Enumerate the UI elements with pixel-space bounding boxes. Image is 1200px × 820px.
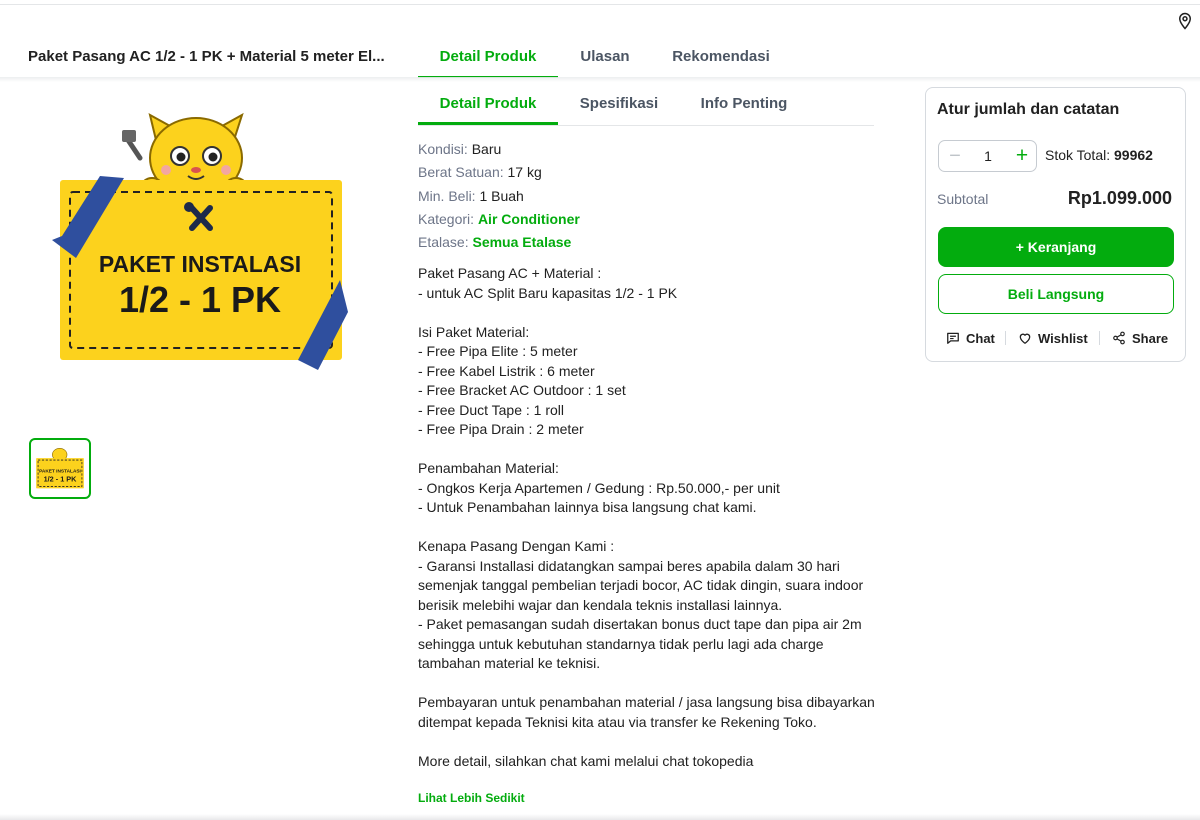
spec-value: Baru	[471, 141, 502, 157]
spec-value: 1 Buah	[479, 187, 524, 204]
share-label: Share	[1132, 330, 1169, 346]
spec-label: Etalase:	[418, 234, 473, 251]
thumbnail-subtitle: 1/2 - 1 PK	[44, 474, 78, 483]
action-divider	[1099, 331, 1100, 345]
subtotal-value: Rp1.099.000	[1067, 188, 1172, 208]
sticky-header: Paket Pasang AC 1/2 - 1 PK + Material 5 …	[0, 34, 1200, 80]
header-shadow	[0, 77, 1200, 82]
decrease-quantity-button[interactable]: −	[947, 146, 963, 166]
subtotal-label: Subtotal	[937, 191, 989, 207]
tab-detail-produk[interactable]: Detail Produk	[418, 48, 558, 65]
chat-icon	[947, 332, 959, 344]
chat-label: Chat	[966, 330, 995, 346]
increase-quantity-button[interactable]: +	[1013, 145, 1031, 167]
spec-row-kondisi: Kondisi: Baru	[418, 140, 878, 163]
action-divider	[1005, 331, 1006, 345]
spec-row-kategori: Kategori: Air Conditioner	[418, 210, 878, 233]
bottom-edge	[0, 814, 1200, 820]
show-less-link[interactable]: Lihat Lebih Sedikit	[418, 791, 525, 805]
share-button[interactable]: Share	[1112, 328, 1168, 348]
spec-label: Kategori:	[418, 210, 478, 227]
spec-label: Min. Beli:	[418, 187, 480, 204]
quantity-stepper: − 1 +	[938, 140, 1037, 172]
heart-icon	[1019, 333, 1031, 344]
panel-title: Atur jumlah dan catatan	[937, 101, 1120, 118]
share-icon	[1113, 331, 1125, 345]
banner-title: PAKET INSTALASI	[99, 251, 301, 277]
spec-label: Kondisi:	[418, 141, 472, 157]
thumbnail-image: PAKET INSTALASI 1/2 - 1 PK	[36, 448, 84, 489]
spec-row-min-beli: Min. Beli: 1 Buah	[418, 187, 878, 210]
chat-button[interactable]: Chat	[946, 328, 995, 348]
spec-label: Berat Satuan:	[418, 164, 508, 181]
spec-list: Kondisi: Baru Berat Satuan: 17 kg Min. B…	[418, 140, 878, 256]
add-to-cart-button[interactable]: + Keranjang	[938, 227, 1174, 267]
tab-rekomendasi[interactable]: Rekomendasi	[660, 48, 782, 65]
product-title: Paket Pasang AC 1/2 - 1 PK + Material 5 …	[28, 48, 385, 65]
stock-value: 99962	[1114, 147, 1153, 163]
quantity-input[interactable]: 1	[973, 148, 1003, 164]
panel-actions: Chat Wishlist Share	[926, 328, 1187, 348]
etalase-link[interactable]: Semua Etalase	[472, 234, 571, 250]
banner-subtitle: 1/2 - 1 PK	[119, 279, 281, 320]
purchase-panel: Atur jumlah dan catatan − 1 + Stok Total…	[925, 87, 1186, 362]
product-thumbnail[interactable]: PAKET INSTALASI 1/2 - 1 PK	[29, 438, 91, 499]
wishlist-label: Wishlist	[1038, 330, 1088, 346]
map-pin-icon[interactable]	[1176, 12, 1194, 30]
top-divider	[0, 4, 1200, 5]
stock-label: Stok Total:	[1045, 147, 1115, 163]
buy-now-button[interactable]: Beli Langsung	[938, 274, 1174, 314]
thumbnail-title: PAKET INSTALASI	[39, 468, 81, 474]
spec-value: 17 kg	[507, 164, 542, 181]
tab-spesifikasi[interactable]: Spesifikasi	[562, 95, 676, 112]
product-main-image[interactable]: PAKET INSTALASI 1/2 - 1 PK	[28, 100, 368, 390]
wishlist-button[interactable]: Wishlist	[1018, 328, 1088, 348]
product-description: Paket Pasang AC + Material : - untuk AC …	[418, 265, 875, 769]
stock-info: Stok Total: 99962	[1045, 147, 1153, 163]
detail-tabs: Detail Produk Spesifikasi Info Penting	[418, 84, 874, 126]
spec-row-etalase: Etalase: Semua Etalase	[418, 233, 878, 256]
spec-row-berat: Berat Satuan: 17 kg	[418, 163, 878, 186]
category-link[interactable]: Air Conditioner	[478, 211, 580, 227]
tab-info-penting[interactable]: Info Penting	[688, 95, 800, 112]
active-tab-indicator-secondary	[418, 122, 558, 125]
tab-detail-produk-secondary[interactable]: Detail Produk	[418, 95, 558, 112]
tab-ulasan[interactable]: Ulasan	[558, 48, 652, 65]
